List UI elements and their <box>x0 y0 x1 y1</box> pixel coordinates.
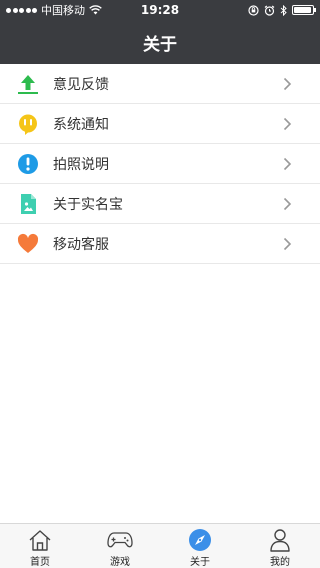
gamepad-icon <box>107 527 133 552</box>
wifi-icon <box>89 5 102 15</box>
menu-list: 意见反馈 系统通知 拍照说明 关于实名宝 移动客服 <box>0 64 320 264</box>
chevron-right-icon <box>283 117 292 131</box>
nav-bar: 关于 <box>0 20 320 64</box>
tab-label: 首页 <box>30 557 50 568</box>
tab-home[interactable]: 首页 <box>0 524 80 568</box>
menu-item-about-app[interactable]: 关于实名宝 <box>0 184 320 224</box>
menu-item-feedback[interactable]: 意见反馈 <box>0 64 320 104</box>
home-icon <box>27 527 53 552</box>
document-icon <box>16 192 40 216</box>
chevron-right-icon <box>283 197 292 211</box>
menu-item-label: 拍照说明 <box>53 156 109 173</box>
menu-item-photo-guide[interactable]: 拍照说明 <box>0 144 320 184</box>
page-title: 关于 <box>143 34 177 55</box>
upload-arrow-icon <box>16 72 40 96</box>
battery-icon <box>292 5 316 15</box>
tab-label: 关于 <box>190 557 210 568</box>
menu-item-label: 系统通知 <box>53 116 109 133</box>
tab-games[interactable]: 游戏 <box>80 524 160 568</box>
menu-item-label: 意见反馈 <box>53 76 109 93</box>
tab-label: 我的 <box>270 557 290 568</box>
notification-bubble-icon <box>16 112 40 136</box>
menu-item-label: 移动客服 <box>53 236 109 253</box>
status-left: 中国移动 <box>6 2 102 18</box>
menu-item-label: 关于实名宝 <box>53 196 123 213</box>
bluetooth-icon <box>280 4 287 16</box>
tab-mine[interactable]: 我的 <box>240 524 320 568</box>
tab-about[interactable]: 关于 <box>160 524 240 568</box>
carrier-name: 中国移动 <box>41 4 85 17</box>
info-exclamation-icon <box>16 152 40 176</box>
content-area: 意见反馈 系统通知 拍照说明 关于实名宝 移动客服 <box>0 64 320 523</box>
menu-item-system-notice[interactable]: 系统通知 <box>0 104 320 144</box>
status-right <box>248 4 316 16</box>
orientation-lock-icon <box>248 4 259 16</box>
menu-item-customer-service[interactable]: 移动客服 <box>0 224 320 264</box>
tab-bar: 首页 游戏 关于 我的 <box>0 523 320 568</box>
chevron-right-icon <box>283 77 292 91</box>
tab-label: 游戏 <box>110 557 130 568</box>
status-bar: 中国移动 19:28 <box>0 0 320 20</box>
chevron-right-icon <box>283 157 292 171</box>
compass-icon <box>187 527 213 552</box>
heart-icon <box>16 232 40 256</box>
chevron-right-icon <box>283 237 292 251</box>
person-icon <box>267 527 293 552</box>
alarm-icon <box>264 5 275 16</box>
signal-strength-icon <box>6 7 37 13</box>
